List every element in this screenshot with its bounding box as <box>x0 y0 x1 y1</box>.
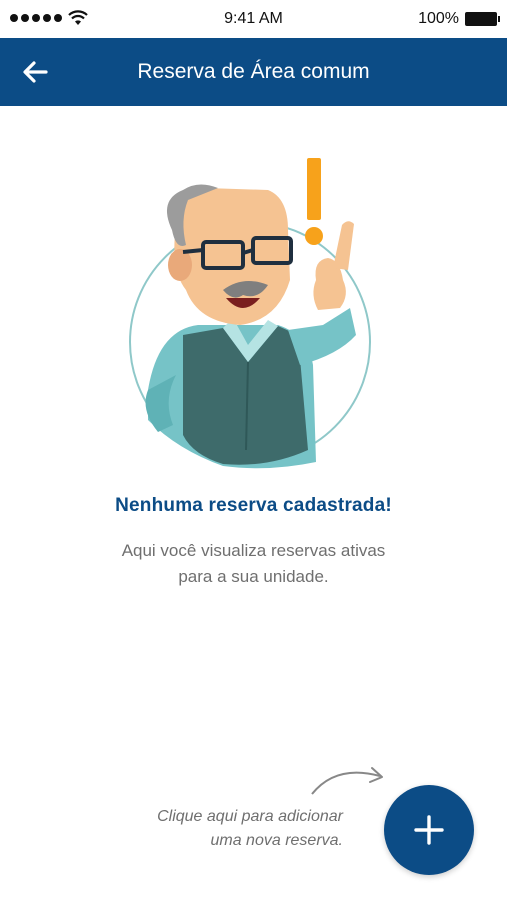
empty-state-title: Nenhuma reserva cadastrada! <box>115 495 392 516</box>
add-hint-line2: uma nova reserva. <box>210 832 343 849</box>
add-reservation-button[interactable] <box>384 785 474 875</box>
empty-state-description: Aqui você visualiza reservas ativas para… <box>0 538 507 590</box>
plus-icon <box>414 815 444 845</box>
app-header: Reserva de Área comum <box>0 38 507 106</box>
add-hint-line1: Clique aqui para adicionar <box>157 808 343 825</box>
add-hint: Clique aqui para adicionar uma nova rese… <box>157 805 343 853</box>
status-right: 100% <box>418 10 500 28</box>
battery-percent: 100% <box>418 10 459 27</box>
battery-icon <box>465 12 500 26</box>
empty-state-description-line1: Aqui você visualiza reservas ativas <box>121 541 386 560</box>
empty-state-description-line2: para a sua unidade. <box>178 567 329 586</box>
curved-arrow-icon <box>311 767 383 795</box>
character-illustration <box>129 158 371 469</box>
page-title: Reserva de Área comum <box>137 60 370 83</box>
status-bar: 9:41 AM 100% <box>0 0 507 38</box>
